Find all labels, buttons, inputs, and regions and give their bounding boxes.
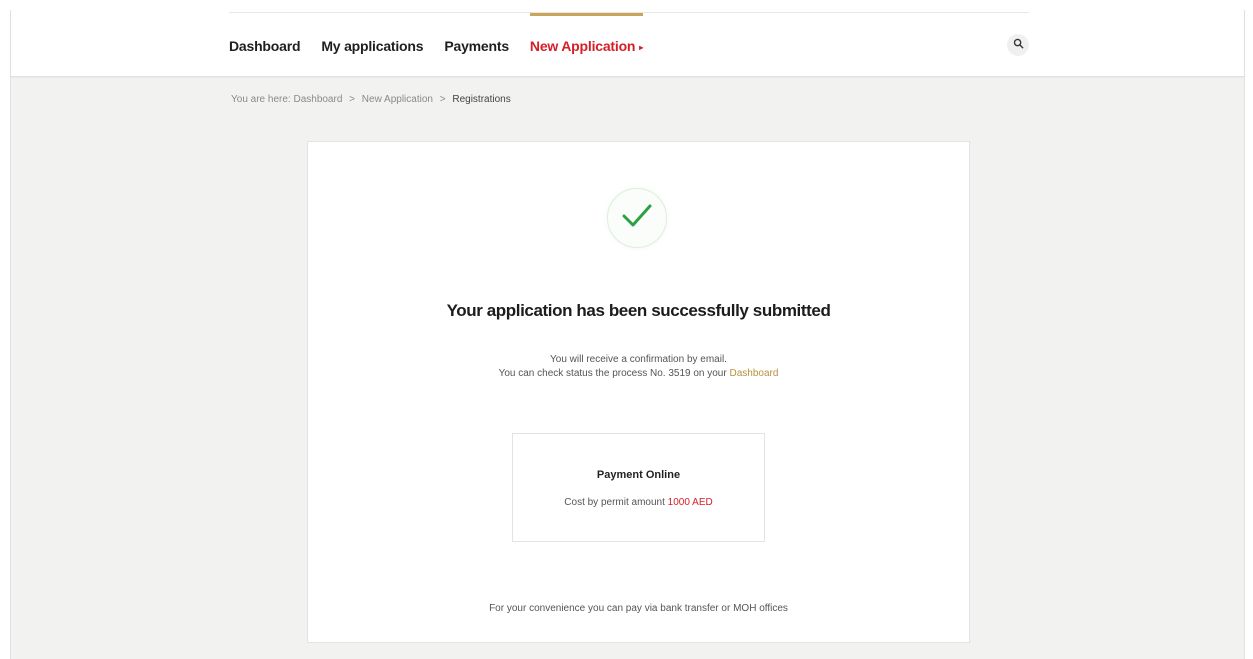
- confirmation-title: Your application has been successfully s…: [446, 301, 831, 320]
- search-button[interactable]: [1007, 34, 1029, 56]
- app-frame: Dashboard My applications Payments New A…: [10, 10, 1245, 659]
- payment-online-box: Payment Online Cost by permit amount 100…: [512, 433, 765, 542]
- confirmation-line-2-text: You can check status the process No. 351…: [498, 368, 727, 379]
- breadcrumb-dashboard[interactable]: Dashboard: [293, 94, 342, 105]
- nav-new-application-label: New Application: [529, 38, 636, 54]
- nav-new-application[interactable]: New Application ▸: [529, 13, 644, 54]
- payment-title: Payment Online: [596, 469, 681, 481]
- breadcrumb-separator: >: [349, 94, 356, 105]
- payment-alternatives-note: For your convenience you can pay via ban…: [489, 603, 788, 614]
- nav-my-applications[interactable]: My applications: [321, 38, 423, 54]
- payment-cost: Cost by permit amount 1000 AED: [513, 497, 764, 508]
- breadcrumb-new-application[interactable]: New Application: [362, 94, 433, 105]
- payment-amount: 1000 AED: [667, 497, 713, 508]
- search-icon: [1013, 36, 1024, 54]
- top-navigation: Dashboard My applications Payments New A…: [11, 10, 1244, 77]
- dashboard-link[interactable]: Dashboard: [729, 368, 778, 379]
- success-badge: [607, 188, 667, 248]
- checkmark-icon: [620, 202, 654, 235]
- confirmation-message: You will receive a confirmation by email…: [308, 353, 969, 381]
- nav-dashboard[interactable]: Dashboard: [229, 38, 301, 54]
- breadcrumb: You are here: Dashboard > New Applicatio…: [231, 94, 511, 105]
- payment-cost-label: Cost by permit amount: [564, 497, 665, 508]
- caret-right-icon: ▸: [639, 42, 644, 52]
- main-nav: Dashboard My applications Payments New A…: [229, 13, 664, 54]
- confirmation-line-1: You will receive a confirmation by email…: [550, 354, 727, 365]
- confirmation-card: Your application has been successfully s…: [307, 141, 970, 643]
- nav-payments[interactable]: Payments: [444, 38, 509, 54]
- breadcrumb-prefix: You are here:: [231, 94, 291, 105]
- breadcrumb-separator: >: [439, 94, 446, 105]
- breadcrumb-registrations: Registrations: [452, 94, 511, 105]
- confirmation-line-2: You can check status the process No. 351…: [308, 367, 969, 381]
